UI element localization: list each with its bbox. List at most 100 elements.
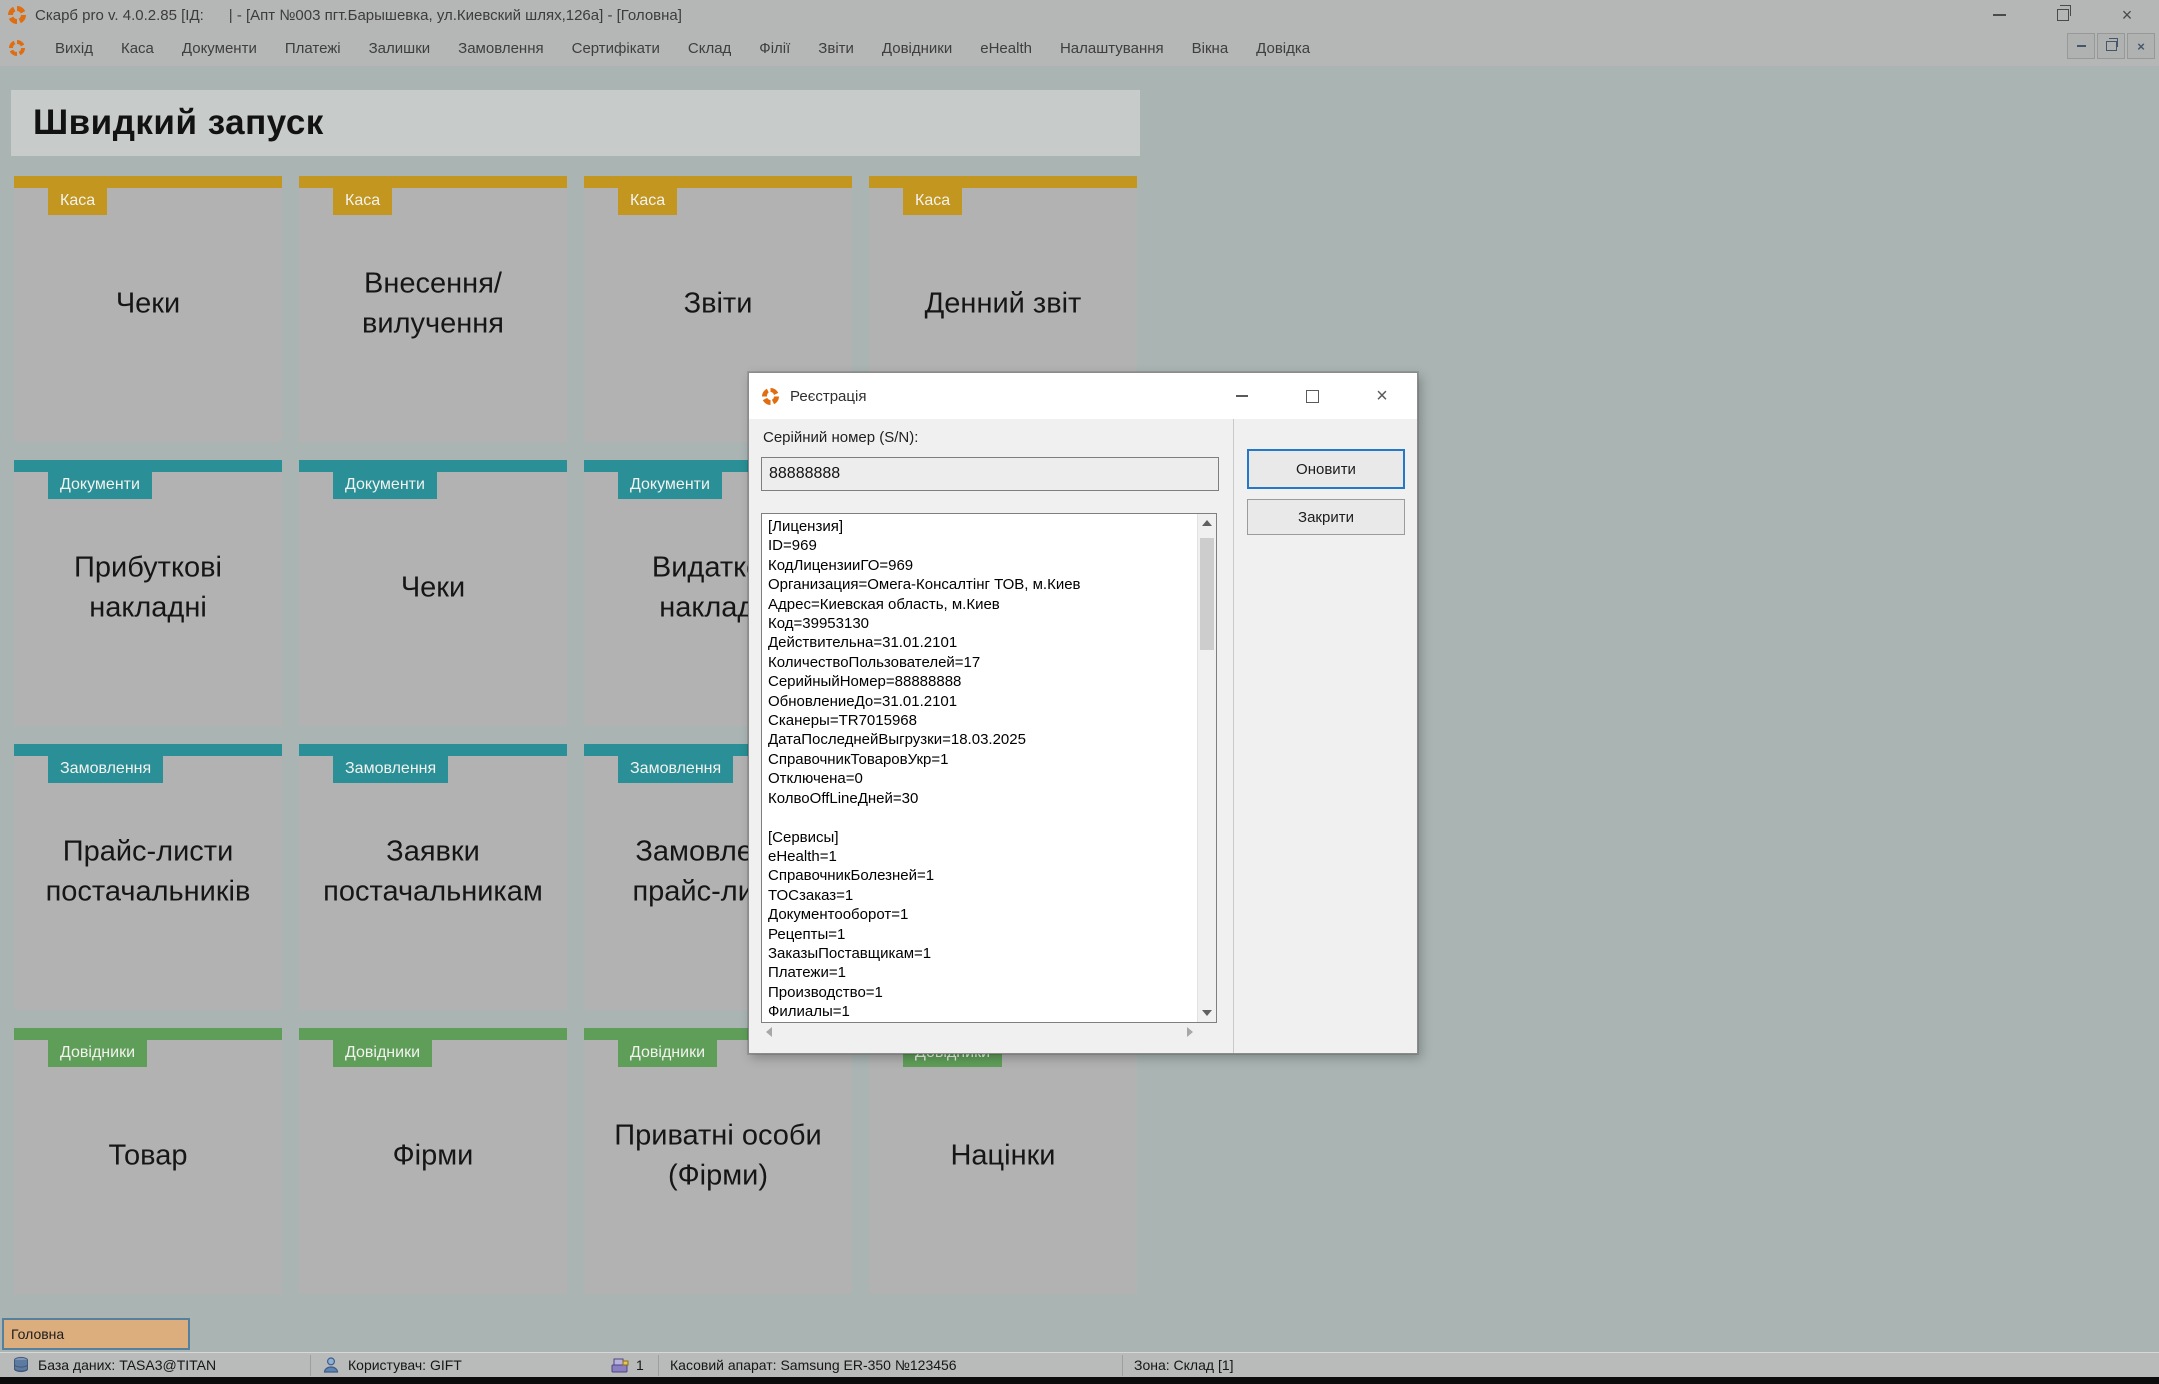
- tile-category-strip: [14, 744, 282, 756]
- quick-launch-tile[interactable]: ЗамовленняПрайс-листи постачальників: [14, 744, 282, 1010]
- tile-label: Заявки постачальникам: [299, 831, 567, 912]
- license-horizontal-scrollbar[interactable]: [761, 1023, 1198, 1041]
- tile-label: Денний звіт: [869, 283, 1137, 324]
- menubar: ВихідКасаДокументиПлатежіЗалишкиЗамовлен…: [0, 30, 2159, 66]
- menu-item[interactable]: Вихід: [41, 34, 107, 63]
- dialog-logo-icon: [762, 388, 779, 405]
- scroll-down-icon[interactable]: [1202, 1010, 1212, 1016]
- tile-category-label: Довідники: [333, 1040, 432, 1067]
- dialog-title: Реєстрація: [790, 388, 866, 405]
- database-icon: [12, 1356, 30, 1374]
- vertical-scroll-thumb[interactable]: [1200, 538, 1214, 650]
- dialog-window-controls: ×: [1207, 373, 1417, 419]
- restore-button[interactable]: [2031, 0, 2095, 30]
- menu-item[interactable]: Склад: [674, 34, 745, 63]
- tile-label: Приватні особи (Фірми): [584, 1115, 852, 1196]
- tile-label: Націнки: [869, 1135, 1137, 1176]
- dialog-titlebar[interactable]: Реєстрація ×: [749, 373, 1417, 419]
- menu-item[interactable]: Довідка: [1242, 34, 1324, 63]
- scroll-right-icon[interactable]: [1187, 1027, 1193, 1037]
- dialog-close-button[interactable]: ×: [1347, 373, 1417, 419]
- status-terminal-count: 1: [636, 1357, 644, 1373]
- license-text: [Лицензия] ID=969 КодЛицензииГО=969 Орга…: [762, 514, 1198, 1022]
- minimize-button[interactable]: [1967, 0, 2031, 30]
- menu-item[interactable]: Вікна: [1178, 34, 1243, 63]
- tile-category-label: Замовлення: [48, 756, 163, 783]
- dialog-divider: [1233, 419, 1234, 1053]
- tile-label: Товар: [14, 1135, 282, 1176]
- tile-category-label: Довідники: [618, 1040, 717, 1067]
- menu-item[interactable]: Документи: [168, 34, 271, 63]
- app-title: Скарб pro v. 4.0.2.85 [ІД: | - [Апт №003…: [35, 7, 682, 24]
- menu-item[interactable]: Платежі: [271, 34, 355, 63]
- close-button[interactable]: ×: [2095, 0, 2159, 30]
- user-icon: [322, 1356, 340, 1374]
- tile-category-label: Каса: [903, 188, 962, 215]
- tile-category-label: Документи: [48, 472, 152, 499]
- tile-category-label: Замовлення: [618, 756, 733, 783]
- close-dialog-button[interactable]: Закрити: [1247, 499, 1405, 535]
- tile-label: Звіти: [584, 283, 852, 324]
- dialog-close-icon: ×: [1376, 386, 1388, 406]
- tile-category-strip: [299, 460, 567, 472]
- tile-category-label: Замовлення: [333, 756, 448, 783]
- tile-category-strip: [14, 176, 282, 188]
- menu-logo-icon: [9, 40, 25, 56]
- license-info-box[interactable]: [Лицензия] ID=969 КодЛицензииГО=969 Орга…: [761, 513, 1217, 1023]
- app-logo-icon: [8, 6, 26, 24]
- quick-launch-tile[interactable]: Довідники Товар: [14, 1028, 282, 1294]
- quick-launch-tile[interactable]: Замовлення Заявки постачальникам: [299, 744, 567, 1010]
- scroll-left-icon[interactable]: [766, 1027, 772, 1037]
- dialog-minimize-button[interactable]: [1207, 373, 1277, 419]
- scroll-up-icon[interactable]: [1202, 520, 1212, 526]
- menu-item[interactable]: Налаштування: [1046, 34, 1178, 63]
- mdi-restore-button[interactable]: [2097, 33, 2125, 59]
- serial-number-label: Серійний номер (S/N):: [763, 429, 918, 446]
- menu-item[interactable]: Звіти: [804, 34, 868, 63]
- tile-label: Прибуткові накладні: [14, 547, 282, 628]
- quick-launch-title: Швидкий запуск: [33, 103, 324, 143]
- tile-category-label: Каса: [333, 188, 392, 215]
- menu-item[interactable]: Довідники: [868, 34, 966, 63]
- menu-item[interactable]: eHealth: [966, 34, 1046, 63]
- restore-icon: [2057, 9, 2069, 21]
- update-button[interactable]: Оновити: [1247, 449, 1405, 489]
- menu-item[interactable]: Каса: [107, 34, 168, 63]
- menu-item[interactable]: Залишки: [355, 34, 445, 63]
- status-separator: [1122, 1355, 1123, 1376]
- dialog-maximize-button[interactable]: [1277, 373, 1347, 419]
- quick-launch-tile[interactable]: КасаЧеки: [14, 176, 282, 442]
- tile-category-strip: [299, 1028, 567, 1040]
- menu-item[interactable]: Філії: [745, 34, 804, 63]
- tile-label: Чеки: [299, 567, 567, 608]
- quick-launch-tile[interactable]: ДовідникиФірми: [299, 1028, 567, 1294]
- registration-dialog: Реєстрація × Серійний номер (S/N): [Лице…: [748, 372, 1418, 1054]
- serial-number-input[interactable]: [761, 457, 1219, 491]
- mdi-restore-icon: [2106, 41, 2117, 51]
- quick-launch-tile[interactable]: Документи Прибуткові накладні: [14, 460, 282, 726]
- tab-home[interactable]: Головна: [2, 1318, 190, 1350]
- tile-category-label: Довідники: [48, 1040, 147, 1067]
- tile-label: Внесення/вилучення: [299, 263, 567, 344]
- mdi-window-controls: ×: [2067, 33, 2155, 59]
- quick-launch-tile[interactable]: Каса Внесення/вилучення: [299, 176, 567, 442]
- mdi-minimize-button[interactable]: [2067, 33, 2095, 59]
- statusbar: База даних: TASA3@TITAN Користувач: GIFT…: [0, 1352, 2159, 1378]
- menu-item[interactable]: Сертифікати: [558, 34, 674, 63]
- status-separator: [310, 1355, 311, 1376]
- close-icon: ×: [2122, 6, 2133, 24]
- dialog-maximize-icon: [1306, 390, 1319, 403]
- quick-launch-tile[interactable]: Довідники Приватні особи (Фірми): [584, 1028, 852, 1294]
- mdi-close-icon: ×: [2137, 39, 2145, 54]
- minimize-icon: [1993, 14, 2006, 16]
- mdi-close-button[interactable]: ×: [2127, 33, 2155, 59]
- tile-category-strip: [584, 176, 852, 188]
- license-vertical-scrollbar[interactable]: [1197, 514, 1216, 1022]
- menu-item[interactable]: Замовлення: [444, 34, 557, 63]
- quick-launch-tile[interactable]: ДокументиЧеки: [299, 460, 567, 726]
- bottom-strip: [0, 1377, 2159, 1384]
- quick-launch-tile[interactable]: ДовідникиНацінки: [869, 1028, 1137, 1294]
- status-database: База даних: TASA3@TITAN: [38, 1357, 216, 1373]
- cash-register-icon: [610, 1356, 630, 1374]
- window-controls: ×: [1967, 0, 2159, 30]
